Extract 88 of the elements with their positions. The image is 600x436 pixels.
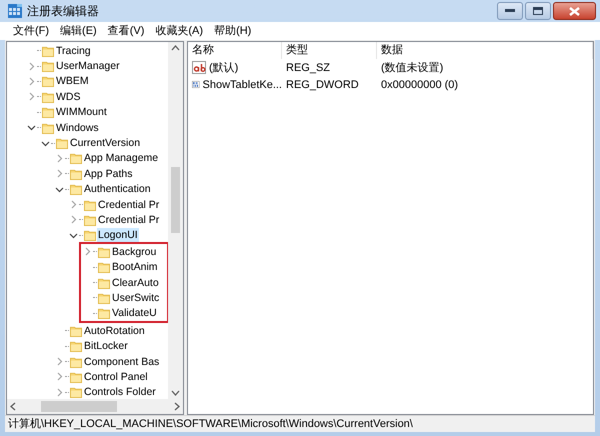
tree-item[interactable]: App Manageme: [83, 151, 160, 166]
expand-caret-icon[interactable]: [69, 215, 78, 224]
value-name[interactable]: ShowTabletKe...: [202, 78, 282, 90]
value-type: REG_SZ: [286, 62, 330, 74]
folder-icon: [70, 183, 82, 196]
menu-item[interactable]: 收藏夹(A): [150, 22, 210, 40]
scroll-thumb[interactable]: [41, 401, 117, 412]
expand-caret-icon[interactable]: [83, 247, 92, 256]
collapse-caret-icon[interactable]: [69, 230, 78, 240]
collapse-caret-icon[interactable]: [55, 184, 64, 194]
tree-item[interactable]: Credential Pr: [97, 212, 160, 227]
folder-icon: [70, 356, 82, 368]
folder-icon: [70, 168, 82, 180]
folder-icon: [98, 246, 110, 258]
tree-item[interactable]: UserSwitc: [111, 290, 160, 305]
tree-item[interactable]: WIMMount: [55, 105, 108, 120]
value-type: REG_DWORD: [286, 78, 359, 90]
tree-item[interactable]: App Paths: [83, 166, 134, 181]
folder-icon: [84, 198, 96, 211]
folder-icon: [42, 75, 54, 88]
expand-caret-icon[interactable]: [55, 154, 64, 163]
menu-item[interactable]: 帮助(H): [209, 22, 258, 40]
tree-item[interactable]: Tracing: [55, 44, 92, 58]
expand-caret-icon[interactable]: [55, 372, 64, 382]
scroll-thumb[interactable]: [171, 167, 180, 233]
expand-caret-icon[interactable]: [69, 200, 78, 210]
folder-icon: [70, 386, 82, 398]
vertical-scrollbar[interactable]: [168, 42, 183, 399]
tree-item[interactable]: BitLocker: [83, 339, 129, 354]
folder-icon: [98, 276, 110, 289]
folder-icon: [42, 106, 54, 118]
collapse-caret-icon[interactable]: [27, 123, 36, 132]
minimize-button[interactable]: [497, 2, 523, 20]
value-data: 0x00000000 (0): [381, 78, 458, 90]
menu-item[interactable]: 查看(V): [102, 22, 150, 40]
expand-caret-icon[interactable]: [55, 169, 64, 178]
expand-caret-icon[interactable]: [27, 92, 36, 102]
tree-item[interactable]: Windows: [55, 120, 100, 135]
tree-item[interactable]: WBEM: [55, 74, 90, 88]
folder-icon: [84, 214, 96, 226]
tree-item[interactable]: Credential Pr: [97, 198, 160, 212]
tree-item[interactable]: ValidateU: [111, 306, 158, 320]
expand-caret-icon[interactable]: [27, 76, 36, 86]
folder-icon: [42, 60, 54, 72]
menu-item[interactable]: 编辑(E): [55, 22, 103, 40]
tree-item[interactable]: Backgrou: [111, 244, 158, 259]
folder-icon: [42, 90, 54, 103]
folder-icon: [56, 137, 68, 150]
folder-icon: [98, 292, 110, 304]
tree-item[interactable]: Authentication: [83, 182, 152, 196]
window-title: 注册表编辑器: [27, 2, 99, 20]
tree-item[interactable]: UserManager: [55, 59, 121, 74]
tree-item[interactable]: WDS: [55, 90, 82, 104]
column-header[interactable]: 名称: [188, 42, 282, 59]
folder-icon: [70, 340, 82, 352]
tree-item[interactable]: Controls Folder: [83, 385, 157, 399]
status-bar: 计算机\HKEY_LOCAL_MACHINE\SOFTWARE\Microsoft\Windows\CurrentVersion\: [5, 415, 595, 432]
tree-item[interactable]: ClearAuto: [111, 276, 160, 290]
folder-icon: [70, 370, 82, 383]
folder-icon: [70, 324, 82, 337]
folder-icon: [98, 261, 110, 274]
collapse-caret-icon[interactable]: [41, 138, 50, 148]
horizontal-scrollbar[interactable]: [7, 399, 183, 414]
close-icon: [569, 6, 580, 16]
expand-caret-icon[interactable]: [55, 357, 64, 366]
app-icon: [8, 4, 22, 18]
tree-item[interactable]: Component Bas: [83, 354, 160, 368]
tree-item[interactable]: LogonUI: [97, 228, 139, 242]
close-button[interactable]: [553, 2, 596, 20]
tree-item[interactable]: AutoRotation: [83, 324, 146, 338]
column-header[interactable]: 数据: [377, 42, 593, 59]
minimize-icon: [505, 9, 515, 13]
expand-caret-icon[interactable]: [55, 388, 64, 397]
expand-caret-icon[interactable]: [27, 62, 36, 71]
folder-icon: [70, 152, 82, 164]
column-header[interactable]: 类型: [282, 42, 377, 59]
folder-icon: [98, 307, 110, 320]
tree-item[interactable]: BootAnim: [111, 260, 159, 274]
tree-item[interactable]: Control Panel: [83, 370, 149, 384]
maximize-button[interactable]: [525, 2, 551, 20]
folder-icon: [42, 122, 54, 134]
value-name[interactable]: (默认): [209, 60, 238, 75]
folder-icon: [42, 44, 54, 57]
folder-icon: [84, 229, 96, 242]
tree-item[interactable]: CurrentVersion: [69, 136, 142, 150]
maximize-icon: [533, 7, 543, 15]
value-data: (数值未设置): [381, 61, 444, 75]
menu-item[interactable]: 文件(F): [8, 22, 56, 40]
